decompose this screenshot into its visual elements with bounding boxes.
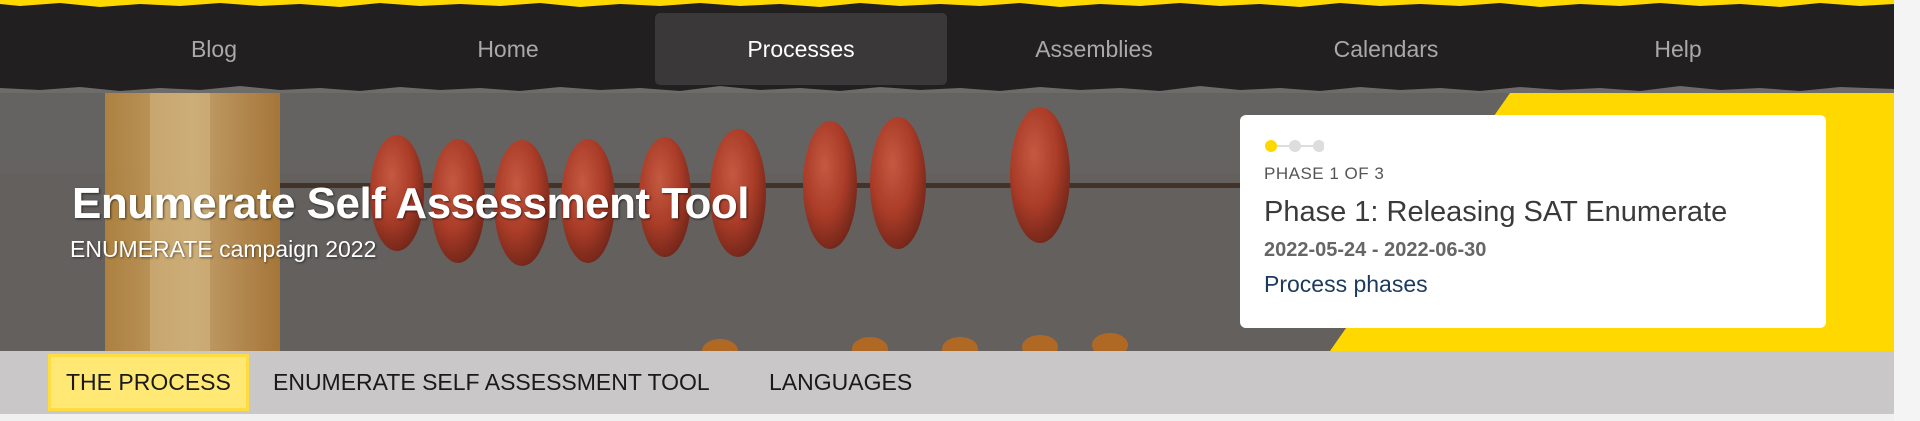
process-subnavigation: THE PROCESS ENUMERATE SELF ASSESSMENT TO… (0, 351, 1894, 414)
nav-item-home[interactable]: Home (362, 13, 654, 85)
scrollbar-gutter (1894, 0, 1920, 421)
phase-title: Phase 1: Releasing SAT Enumerate (1264, 196, 1728, 228)
nav-item-processes[interactable]: Processes (655, 13, 947, 85)
phase-card: PHASE 1 OF 3 Phase 1: Releasing SAT Enum… (1240, 115, 1826, 328)
subnav-item-self-assessment-tool[interactable]: ENUMERATE SELF ASSESSMENT TOOL (273, 351, 710, 414)
phase-progress-indicator (1265, 140, 1324, 152)
phase-dot-2 (1289, 140, 1301, 152)
phase-dot-1 (1265, 140, 1277, 152)
phase-dates: 2022-05-24 - 2022-06-30 (1264, 239, 1487, 261)
nav-item-blog[interactable]: Blog (68, 13, 360, 85)
main-navigation: Blog Home Processes Assemblies Calendars… (0, 0, 1894, 93)
process-subtitle: ENUMERATE campaign 2022 (70, 236, 377, 262)
torn-edge-decoration-bottom (0, 86, 1894, 93)
subnav-item-the-process[interactable]: THE PROCESS (48, 354, 249, 411)
torn-edge-decoration-top (0, 0, 1894, 7)
process-phases-link[interactable]: Process phases (1264, 271, 1428, 298)
nav-item-calendars[interactable]: Calendars (1240, 13, 1532, 85)
subnav-item-languages[interactable]: LANGUAGES (769, 351, 912, 414)
process-title: Enumerate Self Assessment Tool (72, 179, 750, 228)
phase-count-label: PHASE 1 OF 3 (1264, 164, 1385, 183)
nav-item-assemblies[interactable]: Assemblies (948, 13, 1240, 85)
nav-item-help[interactable]: Help (1532, 13, 1824, 85)
phase-dot-3 (1313, 140, 1324, 152)
